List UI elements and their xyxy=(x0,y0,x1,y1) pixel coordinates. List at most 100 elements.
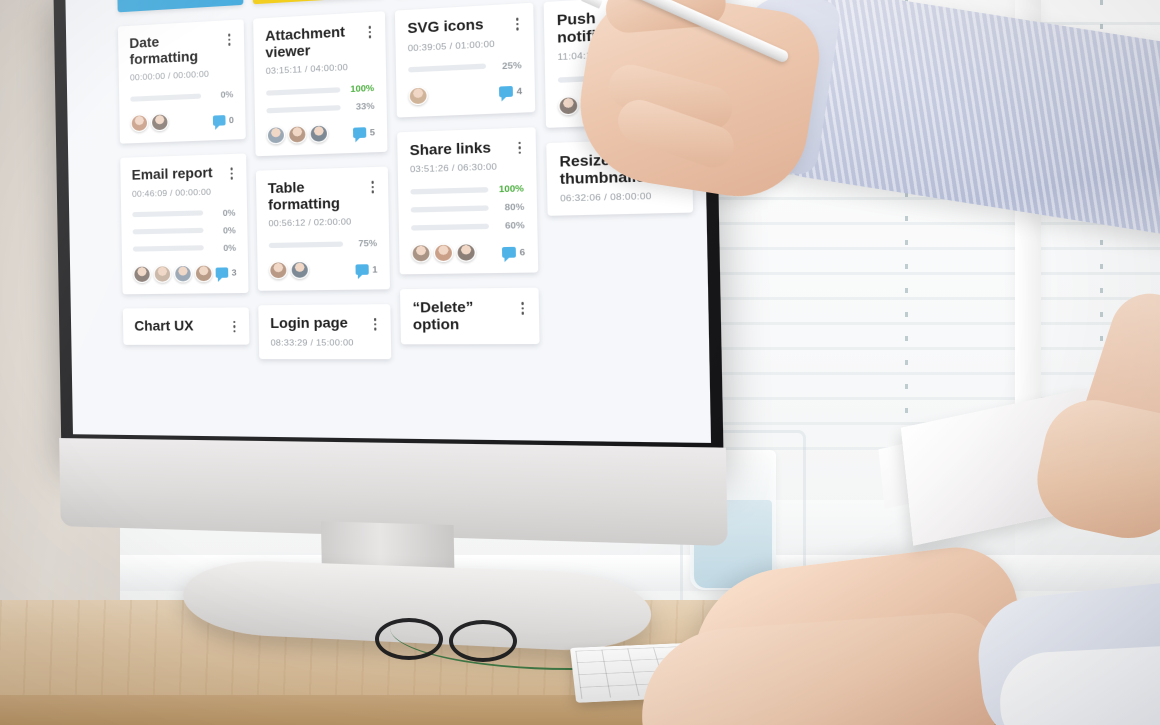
card-menu-icon[interactable] xyxy=(364,178,376,194)
progress-track xyxy=(266,86,341,96)
pen-tip-icon xyxy=(578,0,603,9)
avatar[interactable] xyxy=(133,265,151,283)
comment-bubble-icon xyxy=(213,114,226,126)
column-header-in-progress[interactable]: IN PROGRESS xyxy=(252,0,385,5)
comment-count[interactable]: 4 xyxy=(499,86,522,98)
avatar[interactable] xyxy=(411,244,431,263)
progress-track xyxy=(410,204,489,213)
progress-label: 60% xyxy=(504,219,525,231)
card-title: Table formatting xyxy=(267,179,341,213)
progress-row: 0% xyxy=(130,89,234,104)
card-title: SVG icons xyxy=(407,16,484,37)
comment-count[interactable]: 6 xyxy=(502,246,526,258)
assignee-avatars xyxy=(130,113,169,133)
progress-label: 80% xyxy=(504,201,525,213)
card-header: “Delete” option xyxy=(412,299,526,333)
progress-track xyxy=(132,227,204,235)
task-card[interactable]: Attachment viewer 03:15:11 / 04:00:00 100%… xyxy=(253,11,388,157)
progress-row: 25% xyxy=(408,59,522,75)
progress-track xyxy=(268,241,344,248)
card-menu-icon[interactable] xyxy=(226,317,237,333)
task-card[interactable]: Table formatting 00:56:12 / 02:00:00 75% 1 xyxy=(255,166,391,291)
avatar[interactable] xyxy=(194,264,213,282)
card-progress-bars: 0% 0% 0% xyxy=(132,207,236,254)
progress-row: 0% xyxy=(132,207,236,220)
progress-track xyxy=(408,63,487,73)
avatar[interactable] xyxy=(288,125,307,144)
card-menu-icon[interactable] xyxy=(361,22,373,38)
card-footer: 6 xyxy=(411,242,526,263)
assignee-avatars xyxy=(408,85,428,105)
progress-label: 0% xyxy=(223,242,237,253)
card-progress-bars: 75% xyxy=(268,238,377,251)
card-time: 03:15:11 / 04:00:00 xyxy=(265,61,349,77)
card-menu-icon[interactable] xyxy=(509,14,521,31)
avatar[interactable] xyxy=(408,85,428,105)
progress-track xyxy=(266,104,341,113)
card-progress-bars: 0% xyxy=(130,89,234,104)
card-header: SVG icons xyxy=(407,14,521,37)
progress-track xyxy=(410,186,489,195)
card-title: “Delete” option xyxy=(412,299,474,333)
card-menu-icon[interactable] xyxy=(367,315,379,331)
avatar[interactable] xyxy=(290,261,310,280)
avatar[interactable] xyxy=(130,114,149,133)
avatar[interactable] xyxy=(269,261,288,280)
card-header: Share links xyxy=(410,138,524,158)
avatar[interactable] xyxy=(150,113,169,132)
task-card[interactable]: “Delete” option xyxy=(399,287,540,345)
card-header: Chart UX xyxy=(134,317,238,333)
comment-bubble-icon xyxy=(499,85,514,98)
progress-row: 100% xyxy=(266,83,374,98)
card-footer: 0 xyxy=(130,111,234,133)
progress-row: 60% xyxy=(411,220,525,233)
progress-track xyxy=(132,210,204,218)
card-time: 00:00:00 / 00:00:00 xyxy=(129,68,210,83)
comment-count[interactable]: 1 xyxy=(355,264,378,275)
card-header: Login page xyxy=(270,315,379,332)
card-menu-icon[interactable] xyxy=(514,299,526,315)
card-menu-icon[interactable] xyxy=(511,138,523,154)
assignee-avatars xyxy=(269,261,310,280)
progress-label: 0% xyxy=(220,89,234,100)
avatar[interactable] xyxy=(266,126,286,145)
task-card[interactable]: SVG icons 00:39:05 / 01:00:00 25% 4 xyxy=(394,2,536,118)
comment-number: 6 xyxy=(519,246,526,258)
progress-label: 25% xyxy=(501,59,522,71)
comment-number: 0 xyxy=(228,114,234,125)
progress-row: 75% xyxy=(268,238,377,251)
task-card[interactable]: Chart UX xyxy=(122,306,250,345)
comment-bubble-icon xyxy=(215,267,229,278)
task-card[interactable]: Date formatting 00:00:00 / 00:00:00 0% 0 xyxy=(117,19,246,144)
comment-count[interactable]: 0 xyxy=(213,114,234,126)
card-title: Login page xyxy=(270,315,348,332)
assignee-avatars xyxy=(411,243,476,263)
avatar[interactable] xyxy=(309,124,329,143)
task-card[interactable]: Email report 00:46:09 / 00:00:00 0% 0% 0% 3 xyxy=(120,153,249,294)
task-card[interactable]: Login page 08:33:29 / 15:00:00 xyxy=(258,304,392,359)
eyeglasses xyxy=(375,618,525,662)
card-time: 00:39:05 / 01:00:00 xyxy=(407,37,495,53)
column-in-progress: IN PROGRESS Attachment viewer03:15:11 / 0… xyxy=(252,0,392,359)
card-menu-icon[interactable] xyxy=(221,30,232,46)
task-card[interactable]: Share links 03:51:26 / 06:30:00 100% 80% 60%… xyxy=(397,126,539,275)
avatar[interactable] xyxy=(174,264,192,283)
column-cards-review: SVG icons 00:39:05 / 01:00:00 25% 4 Share li… xyxy=(394,2,540,345)
column-backlog: BACKLOG Date formatting00:00:00 / 00:00:0… xyxy=(116,0,250,359)
avatar[interactable] xyxy=(456,243,476,262)
avatar[interactable] xyxy=(433,243,454,263)
card-progress-bars: 100% 33% xyxy=(266,83,375,116)
comment-count[interactable]: 3 xyxy=(215,267,237,278)
progress-label: 100% xyxy=(498,182,525,195)
card-time: 03:51:26 / 06:30:00 xyxy=(409,161,498,175)
card-footer: 5 xyxy=(266,123,375,145)
card-header: Date formatting xyxy=(129,30,233,67)
column-header-backlog[interactable]: BACKLOG xyxy=(116,0,244,13)
card-time: 08:33:29 / 15:00:00 xyxy=(270,336,354,348)
comment-count[interactable]: 5 xyxy=(353,126,375,138)
avatar[interactable] xyxy=(153,264,172,283)
card-footer: 1 xyxy=(269,260,378,280)
card-progress-bars: 100% 80% 60% xyxy=(410,182,525,233)
card-menu-icon[interactable] xyxy=(224,164,235,180)
column-cards-backlog: Date formatting 00:00:00 / 00:00:00 0% 0 Ema… xyxy=(117,19,250,345)
